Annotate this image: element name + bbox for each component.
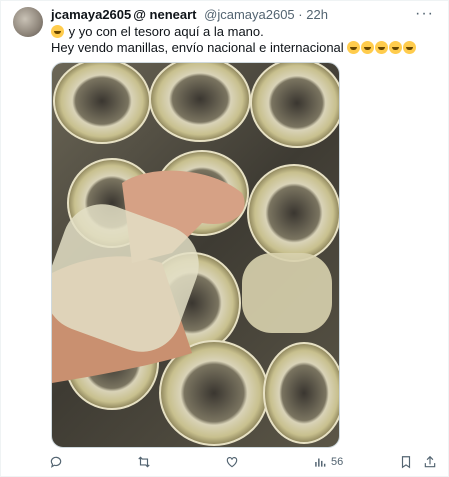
bookmark-button[interactable] [399,453,413,471]
like-icon [226,457,238,468]
repost-icon [138,456,150,468]
reply-to[interactable]: @ neneart [133,7,196,22]
more-options-icon[interactable]: ··· [415,5,434,23]
separator: · [298,7,303,22]
rofl-emoji-icon [51,25,64,38]
post-text: y yo con el tesoro aquí a la mano. Hey v… [51,24,441,56]
views-icon [315,458,326,467]
views-count: 56 [331,456,344,468]
share-button[interactable] [423,453,437,471]
share-icon [424,455,436,468]
rofl-emoji-icon [347,41,361,54]
post-line-1: y yo con el tesoro aquí a la mano. [68,24,264,39]
reply-icon [50,456,62,468]
post-media-image[interactable] [51,62,340,448]
tape-rolls-illustration [52,63,339,446]
author-handle[interactable]: @jcamaya2605 [204,7,295,22]
repost-button[interactable] [137,453,151,471]
views-button[interactable]: 56 [313,453,343,471]
reply-button[interactable] [49,453,63,471]
joy-emoji-icon [403,41,417,54]
author-name[interactable]: jcamaya2605 [51,7,131,22]
joy-emoji-icon [389,41,403,54]
avatar[interactable] [13,7,43,37]
bookmark-icon [401,456,411,469]
rofl-emoji-icon [375,41,389,54]
rofl-emoji-icon [361,41,375,54]
action-bar: 56 [1,453,449,473]
post-header: jcamaya2605 @ neneart @jcamaya2605 · 22h [51,7,408,23]
like-button[interactable] [225,453,239,471]
post-line-2: Hey vendo manillas, envío nacional e int… [51,40,344,55]
post-time[interactable]: 22h [306,7,328,22]
post-card[interactable]: jcamaya2605 @ neneart @jcamaya2605 · 22h … [0,0,449,477]
